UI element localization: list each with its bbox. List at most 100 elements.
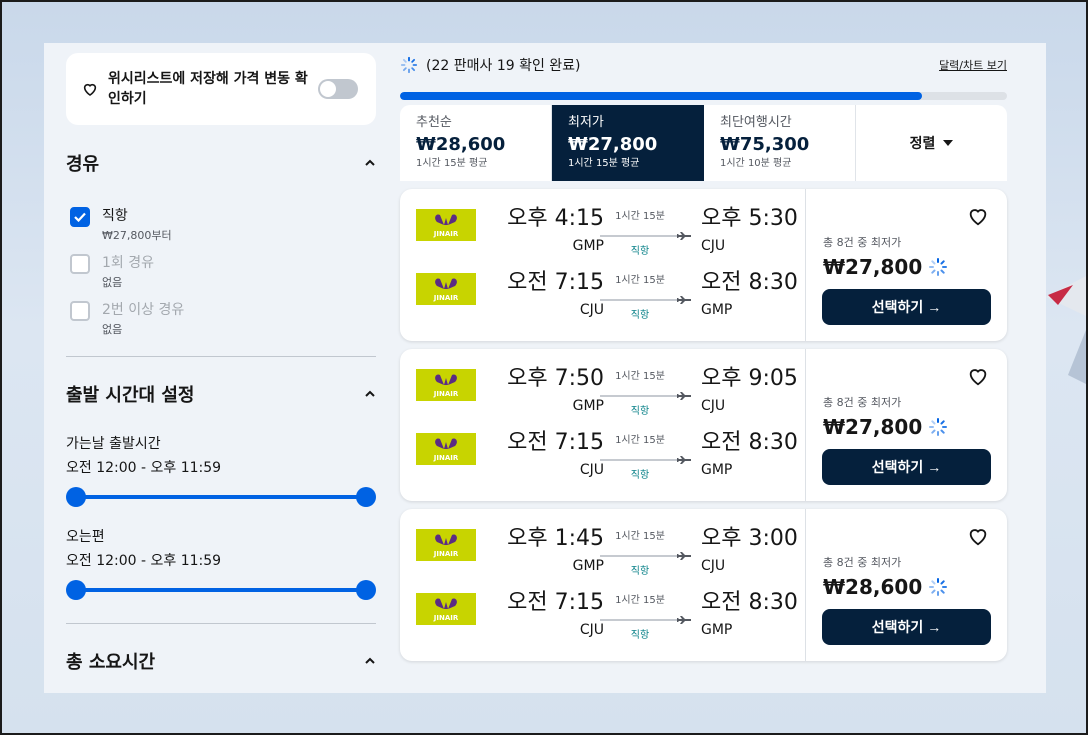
price-caption: 총 8건 중 최저가 (823, 556, 902, 569)
jinair-logo: JINAIR (416, 593, 476, 625)
stops-label: 직항 (630, 470, 650, 481)
jinair-logo: JINAIR (416, 273, 476, 305)
price: ₩27,800 (823, 255, 923, 279)
wishlist-label: 위시리스트에 저장해 가격 변동 확인하기 (108, 71, 308, 107)
price-row: ₩27,800 (823, 415, 948, 439)
duration-title: 총 소요시간 (66, 652, 156, 673)
stop-option-price: 없음 (102, 276, 123, 289)
slider-handle-start[interactable] (66, 487, 86, 507)
flight-result-card[interactable]: JINAIR 오후 1:45 GMP 1시간 15분 직항 오후 3:00 CJ… (400, 509, 1007, 661)
wishlist-card: 위시리스트에 저장해 가격 변동 확인하기 (66, 53, 376, 125)
spinner-icon (929, 418, 948, 436)
arrival-airport: GMP (701, 622, 733, 638)
sort-dropdown[interactable]: 정렬 (856, 105, 1007, 181)
flight-result-card[interactable]: JINAIR 오후 4:15 GMP 1시간 15분 직항 오후 5:30 CJ… (400, 189, 1007, 341)
tab-price: ₩28,600 (416, 134, 506, 155)
arrival-time: 오전 8:30 (701, 430, 798, 455)
plane-icon (600, 616, 691, 624)
select-flight-button[interactable]: 선택하기 → (822, 609, 991, 645)
search-progress-row: (22 판매사 19 확인 완료) 달력/차트 보기 (400, 53, 1007, 77)
chevron-up-icon[interactable] (364, 388, 376, 400)
stop-option-label: 1회 경유 (102, 255, 154, 271)
arrival-airport: CJU (701, 398, 726, 414)
tab-label: 최저가 (568, 115, 604, 130)
sort-tabs: 추천순 ₩28,600 1시간 15분 평균 최저가 ₩27,800 1시간 1… (400, 105, 1007, 181)
chevron-up-icon[interactable] (364, 157, 376, 169)
stop-option-direct[interactable]: 직항 ₩27,800부터 (70, 206, 376, 243)
svg-text:JINAIR: JINAIR (433, 454, 459, 462)
flight-duration: 1시간 15분 (615, 595, 665, 606)
stops-label: 직항 (630, 310, 650, 321)
svg-text:JINAIR: JINAIR (433, 230, 459, 238)
flight-duration: 1시간 15분 (615, 435, 665, 446)
departure-time: 오전 7:15 (507, 590, 604, 615)
slider-track (76, 495, 366, 499)
stops-label: 직항 (630, 406, 650, 417)
stops-section-header[interactable]: 경유 (66, 150, 376, 176)
flight-duration: 1시간 15분 (615, 211, 665, 222)
return-time-filter: 오는편 오전 12:00 - 오후 11:59 (66, 527, 376, 601)
tab-price: ₩75,300 (720, 134, 810, 155)
arrival-airport: CJU (701, 238, 726, 254)
arrival-airport: CJU (701, 558, 726, 574)
search-progress-bar (400, 92, 1007, 100)
tab-fastest[interactable]: 최단여행시간 ₩75,300 1시간 10분 평균 (704, 105, 856, 181)
sort-label: 정렬 (909, 136, 936, 152)
select-flight-button[interactable]: 선택하기 → (822, 449, 991, 485)
jinair-logo: JINAIR (416, 433, 476, 465)
heart-icon[interactable] (967, 205, 989, 227)
tab-label: 최단여행시간 (720, 115, 792, 130)
tab-cheapest[interactable]: 최저가 ₩27,800 1시간 15분 평균 (552, 105, 704, 181)
stop-option-label: 직항 (102, 208, 128, 224)
direct-checkbox[interactable] (70, 207, 90, 227)
chevron-up-icon[interactable] (364, 655, 376, 667)
checkmark-icon (74, 212, 86, 222)
return-time-slider[interactable] (66, 579, 376, 601)
outbound-time-slider[interactable] (66, 486, 376, 508)
slider-handle-end[interactable] (356, 580, 376, 600)
stops-label: 직항 (630, 246, 650, 257)
departure-times-title: 출발 시간대 설정 (66, 385, 195, 406)
stops-label: 직항 (630, 566, 650, 577)
arrival-time: 오전 8:30 (701, 270, 798, 295)
price-column: 총 8건 중 최저가 ₩27,800 선택하기 → (805, 189, 1007, 341)
return-leg: JINAIR 오전 7:15 CJU 1시간 15분 직항 오전 8:30 GM… (416, 267, 805, 321)
itinerary-legs: JINAIR 오후 7:50 GMP 1시간 15분 직항 오후 9:05 CJ… (400, 349, 805, 501)
departure-time: 오후 1:45 (507, 526, 604, 551)
outbound-time-range: 오전 12:00 - 오후 11:59 (66, 460, 222, 476)
tab-avg-duration: 1시간 10분 평균 (720, 158, 792, 169)
departure-time: 오후 4:15 (507, 206, 604, 231)
search-progress-status: (22 판매사 19 확인 완료) (400, 55, 581, 75)
heart-icon[interactable] (967, 525, 989, 547)
return-time-range: 오전 12:00 - 오후 11:59 (66, 553, 222, 569)
select-flight-button[interactable]: 선택하기 → (822, 289, 991, 325)
departure-time: 오전 7:15 (507, 430, 604, 455)
itinerary-legs: JINAIR 오후 4:15 GMP 1시간 15분 직항 오후 5:30 CJ… (400, 189, 805, 341)
stop-option-price: 없음 (102, 323, 123, 336)
price-caption: 총 8건 중 최저가 (823, 236, 902, 249)
tab-best[interactable]: 추천순 ₩28,600 1시간 15분 평균 (400, 105, 552, 181)
jinair-logo: JINAIR (416, 369, 476, 401)
heart-icon[interactable] (967, 365, 989, 387)
results-main: (22 판매사 19 확인 완료) 달력/차트 보기 추천순 ₩28,600 1… (400, 53, 1007, 661)
plane-icon (600, 232, 691, 240)
svg-text:JINAIR: JINAIR (433, 294, 459, 302)
slider-handle-start[interactable] (66, 580, 86, 600)
calendar-chart-link[interactable]: 달력/차트 보기 (939, 57, 1007, 73)
price-caption: 총 8건 중 최저가 (823, 396, 902, 409)
slider-track (76, 588, 366, 592)
tab-avg-duration: 1시간 15분 평균 (416, 158, 488, 169)
price-row: ₩28,600 (823, 575, 948, 599)
slider-handle-end[interactable] (356, 487, 376, 507)
arrival-time: 오후 9:05 (701, 366, 798, 391)
departure-times-section-header[interactable]: 출발 시간대 설정 (66, 381, 376, 407)
flight-result-card[interactable]: JINAIR 오후 7:50 GMP 1시간 15분 직항 오후 9:05 CJ… (400, 349, 1007, 501)
tab-price: ₩27,800 (568, 134, 658, 155)
itinerary-legs: JINAIR 오후 1:45 GMP 1시간 15분 직항 오후 3:00 CJ… (400, 509, 805, 661)
price-alert-toggle[interactable] (318, 79, 358, 99)
tab-avg-duration: 1시간 15분 평균 (568, 158, 640, 169)
svg-text:JINAIR: JINAIR (433, 390, 459, 398)
outbound-leg: JINAIR 오후 7:50 GMP 1시간 15분 직항 오후 9:05 CJ… (416, 363, 805, 417)
duration-section-header[interactable]: 총 소요시간 (66, 648, 376, 674)
arrival-airport: GMP (701, 302, 733, 318)
